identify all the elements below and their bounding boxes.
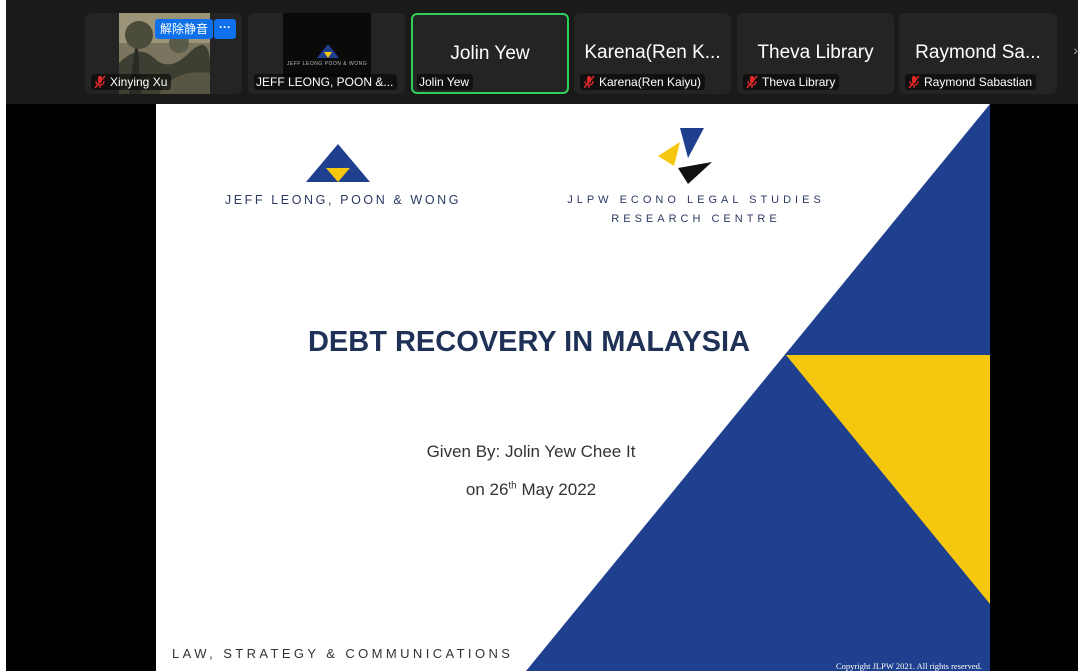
participant-display-name: Raymond Sa... xyxy=(915,42,1041,63)
mic-muted-icon xyxy=(746,75,758,89)
jlpw-logo-icon xyxy=(306,144,370,182)
participant-name-bar: Jolin Yew xyxy=(417,74,474,90)
slide-background-shapes xyxy=(526,104,990,671)
centre-logo-icon xyxy=(658,128,712,184)
research-centre-line-2: RESEARCH CENTRE xyxy=(611,213,781,225)
participant-tile-raymond-sabastian[interactable]: Raymond Sa... Raymond Sabastian xyxy=(899,13,1057,94)
shared-screen: JEFF LEONG, POON & WONG JLPW ECONO LEGAL… xyxy=(6,104,1078,671)
participant-display-name: Jolin Yew xyxy=(450,43,530,64)
participant-name-bar: Raymond Sabastian xyxy=(905,74,1037,90)
firm-name: JEFF LEONG, POON & WONG xyxy=(224,193,462,207)
participant-gallery: 解除静音 ··· Xinying Xu JEFF LEONG POON & WO… xyxy=(6,0,1078,104)
participant-tile-theva-library[interactable]: Theva Library Theva Library xyxy=(737,13,894,94)
thumbnail-caption: JEFF LEONG POON & WONG xyxy=(286,61,368,67)
jlpw-logo-icon xyxy=(317,44,339,58)
slide-title: DEBT RECOVERY IN MALAYSIA xyxy=(307,326,751,358)
participant-display-name: Karena(Ren K... xyxy=(584,42,721,63)
mic-muted-icon xyxy=(908,75,920,89)
participant-name: Jolin Yew xyxy=(419,75,470,89)
participant-name-bar: Karena(Ren Kaiyu) xyxy=(580,74,706,90)
gallery-next-arrow-icon[interactable]: › xyxy=(1073,42,1078,58)
participant-name: Theva Library xyxy=(762,75,836,89)
presenter-line: Given By: Jolin Yew Chee It xyxy=(426,442,636,461)
participant-name: Raymond Sabastian xyxy=(924,75,1033,89)
research-centre-line-1: JLPW ECONO LEGAL STUDIES xyxy=(567,194,825,206)
presentation-date: on 26th May 2022 xyxy=(346,480,716,500)
slide-tagline: LAW, STRATEGY & COMMUNICATIONS xyxy=(172,646,514,661)
participant-name-bar: Theva Library xyxy=(743,74,840,90)
mic-muted-icon xyxy=(583,75,595,89)
presentation-slide: JEFF LEONG, POON & WONG JLPW ECONO LEGAL… xyxy=(156,104,990,671)
participant-display-name: Theva Library xyxy=(757,42,874,63)
participant-tile-jeff-leong[interactable]: JEFF LEONG POON & WONG JEFF LEONG, POON … xyxy=(248,13,405,94)
participant-video-thumbnail: JEFF LEONG POON & WONG xyxy=(283,13,371,77)
copyright-notice: Copyright JLPW 2021. All rights reserved… xyxy=(836,661,982,671)
participant-name-bar: JEFF LEONG, POON &... xyxy=(254,74,398,90)
date-prefix: on 26 xyxy=(465,480,509,499)
participant-name-bar: Xinying Xu xyxy=(91,74,172,90)
date-suffix: May 2022 xyxy=(516,480,597,499)
mic-muted-icon xyxy=(94,75,106,89)
participant-tile-karena[interactable]: Karena(Ren K... Karena(Ren Kaiyu) xyxy=(574,13,731,94)
participant-name: Karena(Ren Kaiyu) xyxy=(599,75,702,89)
unmute-button[interactable]: 解除静音 xyxy=(155,19,214,39)
participant-name: Xinying Xu xyxy=(110,75,168,89)
more-options-button[interactable]: ··· xyxy=(214,19,236,39)
participant-tile-jolin-yew[interactable]: Jolin Yew Jolin Yew xyxy=(411,13,569,94)
date-ordinal: th xyxy=(508,480,517,492)
participant-name: JEFF LEONG, POON &... xyxy=(256,75,394,89)
participant-tile-xinying-xu[interactable]: 解除静音 ··· Xinying Xu xyxy=(85,13,242,94)
